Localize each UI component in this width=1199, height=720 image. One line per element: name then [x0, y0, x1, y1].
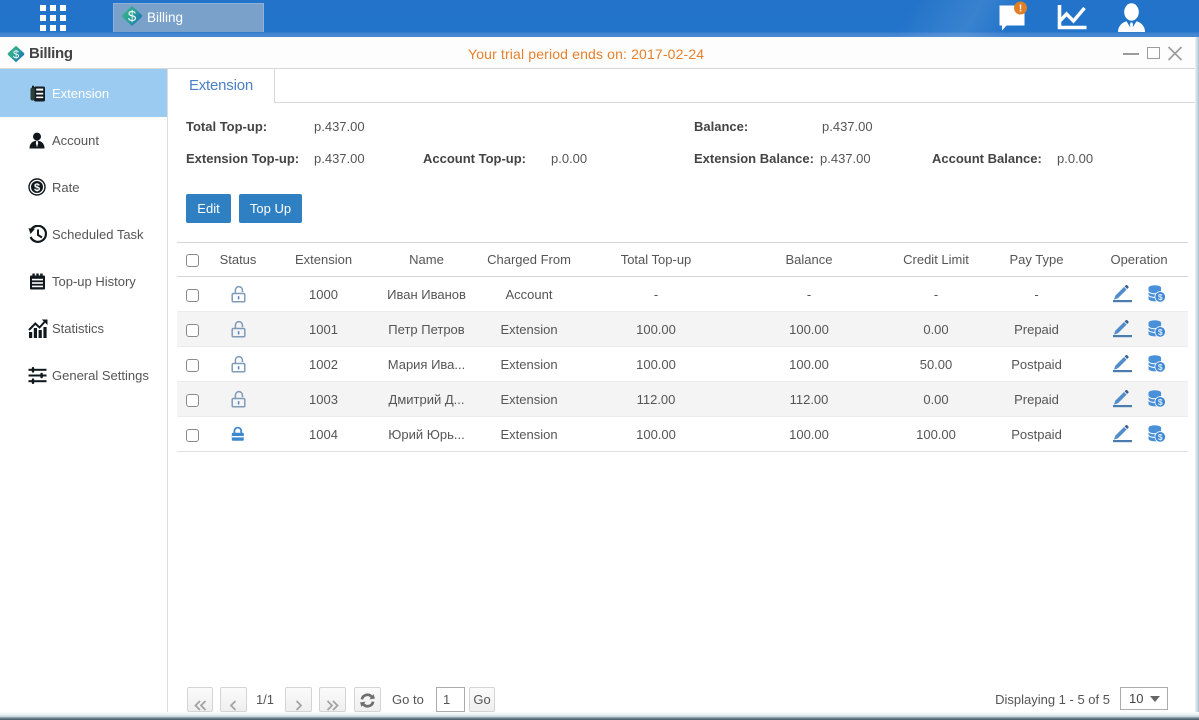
svg-text:$: $ [13, 49, 19, 61]
svg-text:$: $ [128, 8, 137, 25]
svg-text:$: $ [34, 182, 40, 194]
svg-text:!: ! [1019, 4, 1022, 15]
